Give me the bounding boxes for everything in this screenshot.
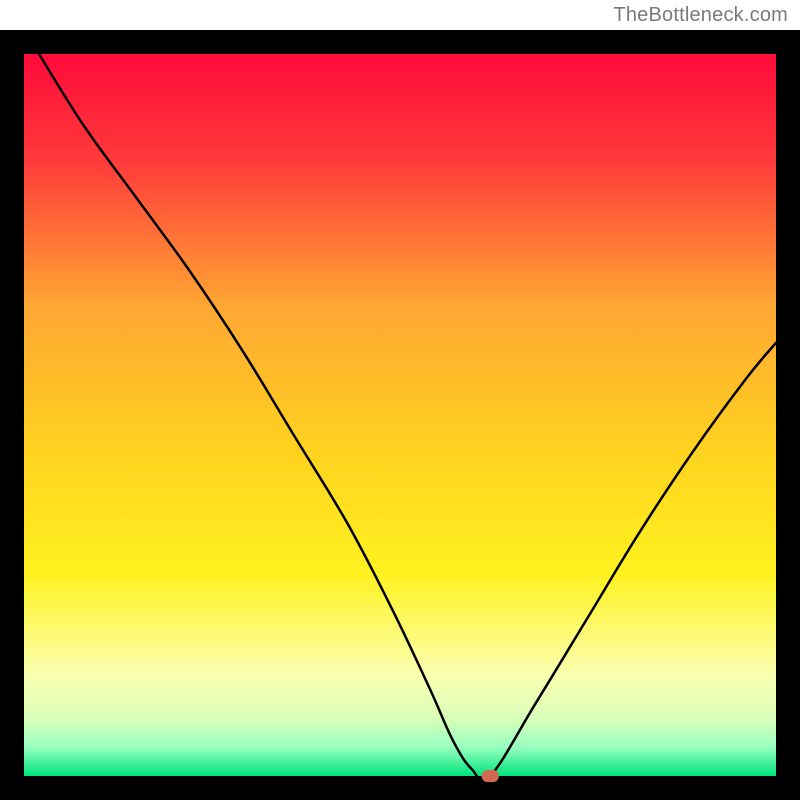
bottleneck-chart: TheBottleneck.com xyxy=(0,0,800,800)
plot-background xyxy=(24,54,776,776)
marker-optimal-point xyxy=(482,770,499,782)
chart-svg xyxy=(0,0,800,800)
attribution-label: TheBottleneck.com xyxy=(613,4,788,27)
